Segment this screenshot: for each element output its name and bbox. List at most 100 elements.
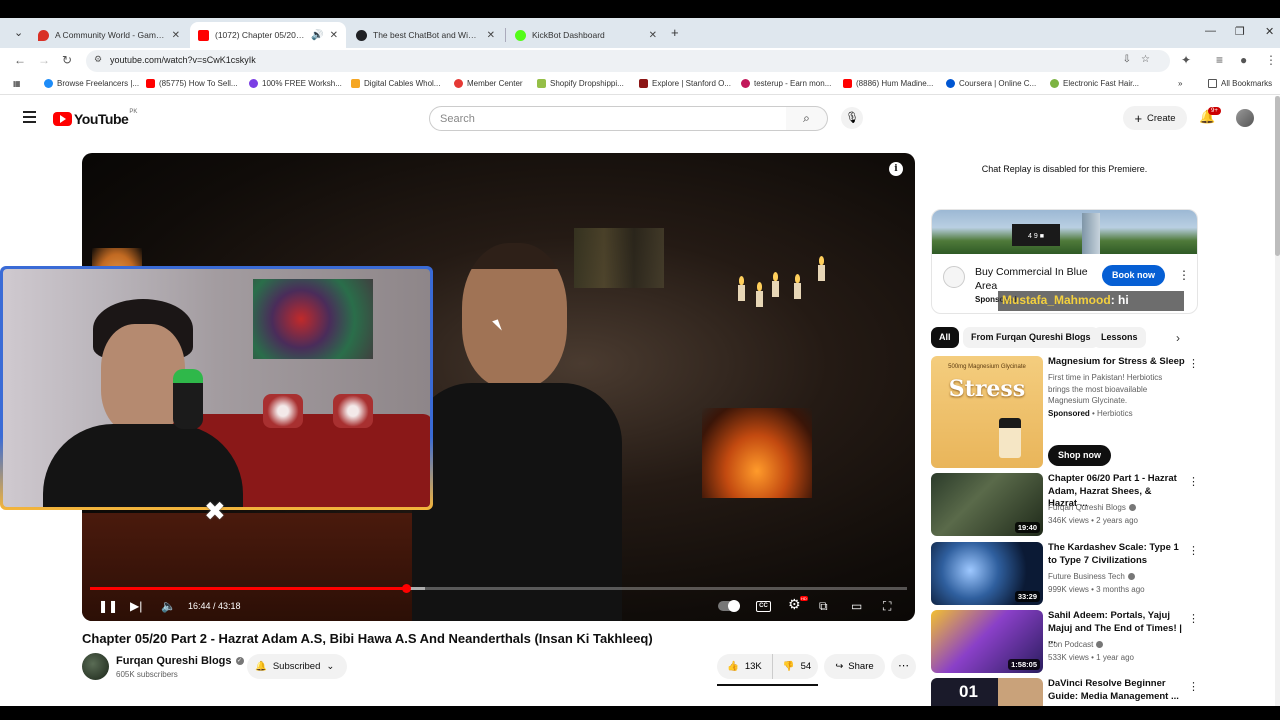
channel-name[interactable]: Furqan Qureshi Blogs ✓ [116,655,244,667]
bookmark-item[interactable]: Digital Cables Whol... [351,79,440,88]
rec-channel[interactable]: Future Business Tech [1048,572,1135,581]
rec-channel[interactable]: Eon Podcast [1048,640,1104,649]
more-actions-icon[interactable]: ⋯ [891,654,916,679]
video-thumbnail[interactable]: 33:29 [931,542,1043,605]
candle [756,282,763,307]
pillow [333,394,373,428]
rec-menu-icon[interactable]: ⋮ [1188,544,1199,557]
bookmark-item[interactable]: Coursera | Online C... [946,79,1036,88]
rec-menu-icon[interactable]: ⋮ [1188,680,1199,693]
rec-title[interactable]: The Kardashev Scale: Type 1 to Type 7 Ci… [1048,542,1183,567]
progress-bar[interactable] [90,584,907,593]
subscribed-button[interactable]: 🔔 Subscribed ⌄ [247,654,347,679]
youtube-logo[interactable]: YouTube PK [53,109,137,127]
theater-mode-icon[interactable]: ▭ [851,599,862,613]
media-controls-icon[interactable]: ≡ [1216,53,1223,67]
search-button[interactable]: ⌕ [786,106,828,131]
hamburger-menu-icon[interactable] [23,111,36,126]
address-bar[interactable]: ⚙ youtube.com/watch?v=sCwK1cskyIk ⇩☆ [86,50,1170,72]
close-tab-icon[interactable]: ✕ [649,30,657,41]
tab-search-icon[interactable]: ⌄ [14,26,23,39]
voice-search-button[interactable]: 🎙 [841,107,863,129]
site-info-icon[interactable]: ⚙ [94,54,102,65]
forward-icon[interactable]: → [38,53,50,67]
channel-avatar[interactable] [82,653,109,680]
bookmark-item[interactable]: 100% FREE Worksh... [249,79,342,88]
video-thumbnail[interactable]: 19:40 [931,473,1043,536]
sponsored-thumbnail[interactable]: 500mg Magnesium Glycinate Stress [931,356,1043,468]
chip-all[interactable]: All [931,327,959,348]
new-tab-icon[interactable]: + [671,25,679,40]
autoplay-toggle[interactable] [718,600,740,612]
browser-tab-2[interactable]: The best ChatBot and Widgets ✕ [348,22,503,48]
browser-tab-0[interactable]: A Community World - Game - ✕ [30,22,188,48]
bookmark-star-icon[interactable]: ☆ [1141,54,1160,65]
search-input[interactable]: Search [429,106,787,131]
chip-lessons[interactable]: Lessons [1093,327,1146,348]
chip-from-channel[interactable]: From Furqan Qureshi Blogs [963,327,1099,348]
bookmark-item[interactable]: testerup - Earn mon... [741,79,831,88]
rec-channel[interactable]: Furqan Qureshi Blogs [1048,503,1136,512]
dislike-button[interactable]: 👎 54 [773,654,821,679]
bookmark-item[interactable]: Explore | Stanford O... [639,79,731,88]
minimize-icon[interactable]: — [1205,25,1216,37]
video-thumbnail[interactable]: 1:58:05 [931,610,1043,673]
location-pin-icon [38,29,49,41]
share-button[interactable]: ↪ Share [824,654,885,679]
close-tab-icon[interactable]: ✕ [487,30,495,41]
rec-menu-icon[interactable]: ⋮ [1188,475,1199,488]
book-now-button[interactable]: Book now [1102,265,1165,286]
bookmark-item[interactable]: (85775) How To Sell... [146,79,238,88]
miniplayer-icon[interactable]: ⧉ [819,599,828,614]
restore-icon[interactable]: ❐ [1235,25,1245,38]
reload-icon[interactable]: ↻ [62,53,72,67]
close-tab-icon[interactable]: ✕ [330,30,338,41]
next-icon[interactable]: ▶| [130,599,142,613]
fullscreen-icon[interactable]: ⛶ [883,599,891,614]
browser-tab-3[interactable]: KickBot Dashboard ✕ [507,22,665,48]
captions-icon[interactable]: CC [756,601,771,612]
browser-tab-1[interactable]: (1072) Chapter 05/20 Part 2 🔊 ✕ [190,22,346,48]
subscriber-count: 605K subscribers [116,670,178,679]
tab-title: KickBot Dashboard [532,30,605,40]
browser-toolbar: ← → ↻ ⚙ youtube.com/watch?v=sCwK1cskyIk … [0,48,1280,74]
rec-menu-icon[interactable]: ⋮ [1188,612,1199,625]
bookmark-item[interactable]: (8886) Hum Madine... [843,79,933,88]
scrollbar-thumb[interactable] [1275,96,1280,256]
more-bookmarks-icon[interactable]: » [1178,79,1182,88]
pillow [263,394,303,428]
chrome-menu-icon[interactable]: ⋮ [1265,53,1277,67]
bookmark-item[interactable]: Browse Freelancers |... [44,79,139,88]
youtube-favicon-icon [198,29,209,41]
profile-icon[interactable]: ● [1240,53,1247,67]
speaker-icon[interactable]: 🔊 [311,30,323,41]
bookmark-item[interactable]: Electronic Fast Hair... [1050,79,1139,88]
screen: ⌄ A Community World - Game - ✕ (1072) Ch… [0,0,1280,720]
install-icon[interactable]: ⇩ [1123,54,1141,65]
all-bookmarks[interactable]: All Bookmarks [1208,79,1272,88]
sponsored-title[interactable]: Magnesium for Stress & Sleep [1048,356,1188,367]
back-icon[interactable]: ← [14,53,26,67]
page-scrollbar[interactable] [1275,96,1280,706]
bookmark-item[interactable]: Member Center [454,79,523,88]
plus-icon: + [1134,110,1143,126]
account-avatar[interactable] [1236,109,1254,127]
like-button[interactable]: 👍 13K [717,654,773,679]
apps-grid-icon[interactable]: ▦ [13,79,21,88]
sponsored-menu-icon[interactable]: ⋮ [1188,357,1199,370]
bookmark-item[interactable]: Shopify Dropshippi... [537,79,624,88]
close-window-icon[interactable]: ✕ [1265,25,1274,38]
close-tab-icon[interactable]: ✕ [172,30,180,41]
volume-icon[interactable]: 🔈 [161,599,176,613]
info-icon[interactable]: i [889,162,903,176]
settings-gear-icon[interactable]: ⚙ [788,596,801,613]
rec-title[interactable]: DaVinci Resolve Beginner Guide: Media Ma… [1048,678,1183,703]
close-overlay-icon[interactable]: ✖ [204,496,226,527]
ad-menu-icon[interactable]: ⋮ [1178,268,1190,282]
shop-now-button[interactable]: Shop now [1048,445,1111,466]
extensions-icon[interactable]: ✦ [1181,53,1191,67]
pause-icon[interactable]: ❚❚ [98,599,118,613]
chevron-right-icon[interactable]: › [1176,331,1180,345]
notification-count-badge: 9+ [1208,107,1221,115]
create-button[interactable]: + Create [1123,106,1187,130]
